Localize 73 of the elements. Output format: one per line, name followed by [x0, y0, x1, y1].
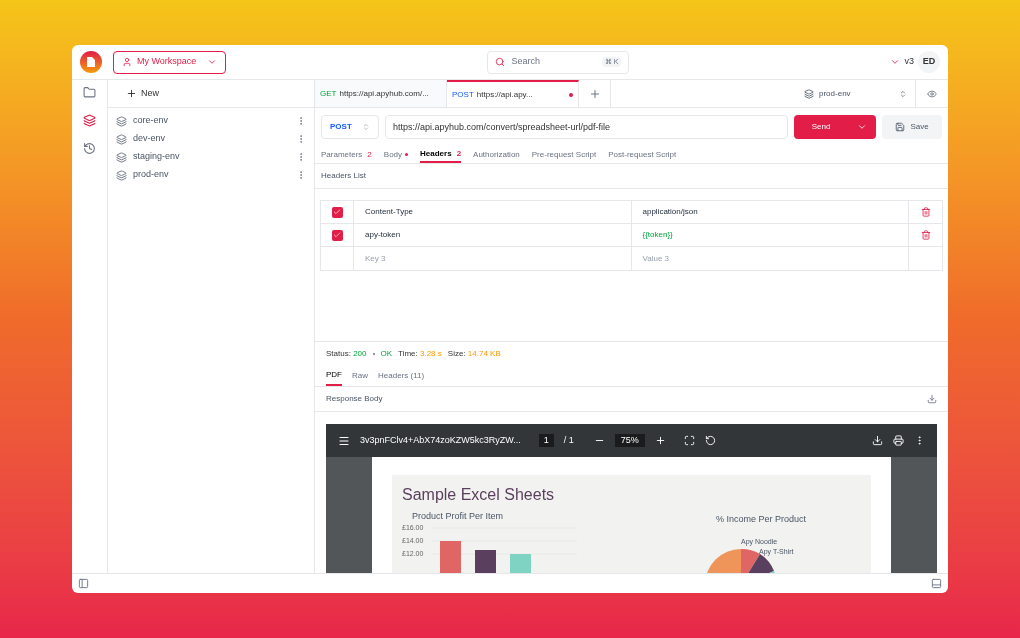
layers-icon: [116, 133, 127, 145]
environment-item[interactable]: prod-env: [133, 168, 296, 182]
document-title: Sample Excel Sheets: [402, 485, 556, 505]
check-icon: [333, 231, 341, 239]
request-subtab[interactable]: Post-request Script: [608, 146, 677, 163]
layers-icon[interactable]: [83, 114, 96, 127]
chevron-icon: [207, 57, 218, 67]
page-field[interactable]: 1: [538, 433, 554, 448]
check-icon: [333, 208, 341, 216]
environment-item[interactable]: staging-env: [133, 150, 296, 164]
layers-icon: [116, 115, 127, 127]
search-icon: [495, 57, 506, 67]
environment-item[interactable]: dev-env: [133, 132, 296, 146]
send-button[interactable]: Send: [794, 115, 876, 139]
table-cell[interactable]: apy-token: [354, 224, 632, 246]
page-count: / 1: [563, 433, 574, 447]
response-tab[interactable]: Headers (11): [378, 365, 425, 386]
request-tab[interactable]: POST https://api.apy...: [447, 80, 579, 107]
delete-icon[interactable]: [920, 230, 931, 240]
app-logo: [80, 51, 102, 73]
user-avatar[interactable]: ED: [918, 51, 940, 73]
size-label: Size: 14.74 KB: [447, 347, 501, 360]
response-tab[interactable]: Raw: [352, 365, 368, 386]
request-subtab[interactable]: Pre-request Script: [531, 146, 597, 163]
section-title: Response Body: [326, 393, 384, 405]
eye-icon[interactable]: [927, 88, 937, 99]
layers-icon: [116, 169, 127, 181]
delete-icon[interactable]: [920, 207, 931, 217]
print-icon[interactable]: [893, 435, 904, 446]
zoom-in-icon[interactable]: [654, 435, 666, 446]
workspace-selector[interactable]: My Workspace: [113, 50, 227, 74]
layers-icon: [804, 88, 814, 99]
request-subtab[interactable]: Body: [383, 146, 409, 163]
folder-icon[interactable]: [83, 86, 96, 99]
method-selector[interactable]: POST: [321, 115, 379, 139]
sidebar-toggle-icon[interactable]: [78, 578, 89, 589]
history-icon[interactable]: [83, 142, 96, 155]
new-button[interactable]: New: [126, 86, 159, 101]
status-label: Status: 200: [326, 347, 367, 360]
layers-icon: [116, 151, 127, 163]
time-label: Time: 3.28 s: [398, 347, 442, 360]
request-subtab[interactable]: Headers 2: [420, 146, 462, 163]
zoom-field[interactable]: 75%: [614, 433, 645, 448]
environment-item[interactable]: core-env: [133, 114, 296, 128]
chart-title: Product Profit Per Item: [412, 510, 505, 523]
save-icon: [895, 122, 906, 132]
request-tab[interactable]: GET https://api.apyhub.com/...: [315, 80, 447, 107]
status-text: OK: [380, 347, 393, 360]
response-tab[interactable]: PDF: [326, 365, 342, 386]
table-cell[interactable]: application/json: [631, 201, 909, 223]
save-button[interactable]: Save: [882, 115, 942, 139]
download-icon[interactable]: [872, 435, 883, 446]
environment-selector[interactable]: prod-env: [796, 80, 916, 107]
menu-icon[interactable]: [338, 434, 350, 447]
chart-title: % Income Per Product: [715, 513, 806, 526]
rotate-icon[interactable]: [704, 435, 716, 446]
table-cell[interactable]: Content-Type: [354, 201, 632, 223]
section-title: Headers List: [321, 170, 366, 182]
user-icon: [122, 57, 132, 67]
version-label: v3: [904, 55, 914, 69]
plus-icon[interactable]: [588, 87, 601, 100]
fit-page-icon[interactable]: [683, 435, 695, 446]
sort-icon: [899, 89, 907, 98]
panel-toggle-icon[interactable]: [931, 578, 942, 589]
chevron-icon[interactable]: [890, 57, 901, 67]
request-subtab[interactable]: Authorization: [473, 146, 520, 163]
file-name: 3v3pnFClv4+AbX74zoKZW5kc3RyZW...: [360, 433, 521, 447]
chevron-icon: [857, 122, 867, 132]
request-subtab[interactable]: Parameters 2: [321, 146, 372, 163]
search-input[interactable]: Search: [511, 55, 596, 69]
sort-icon: [362, 123, 370, 131]
url-field[interactable]: https://api.apyhub.com/convert/spreadsheet-url/pdf-file: [385, 115, 788, 139]
plus-icon: [126, 88, 137, 99]
